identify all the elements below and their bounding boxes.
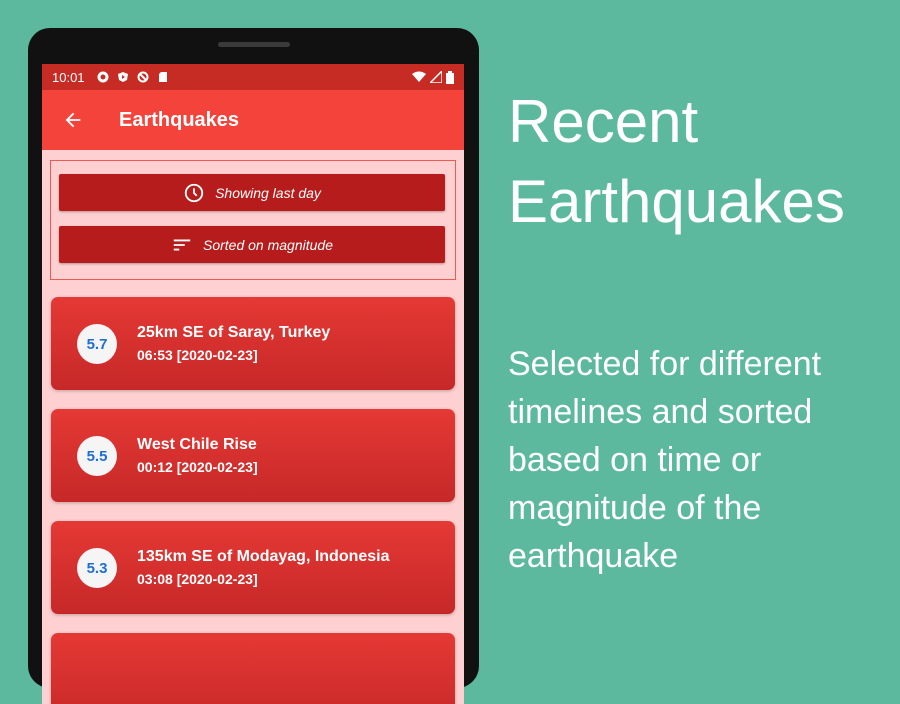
- settings-icon: [97, 71, 109, 83]
- battery-icon: [446, 70, 454, 84]
- app-bar: Earthquakes: [42, 90, 464, 150]
- clock-icon: [184, 183, 204, 202]
- magnitude-badge: 5.7: [77, 324, 117, 364]
- quake-time: 03:08 [2020-02-23]: [137, 571, 258, 587]
- status-icons-right: [412, 70, 454, 84]
- back-arrow-icon[interactable]: [62, 109, 84, 131]
- status-time: 10:01: [52, 69, 85, 85]
- quake-card[interactable]: 5.7 25km SE of Saray, Turkey 06:53 [2020…: [51, 297, 455, 390]
- app-screen: 10:01 Earthquakes Showing last day Sorte…: [42, 64, 464, 704]
- quake-place: West Chile Rise: [137, 436, 257, 453]
- quake-place: 25km SE of Saray, Turkey: [137, 324, 331, 341]
- quake-time: 06:53 [2020-02-23]: [137, 347, 258, 363]
- filter-panel: Showing last day Sorted on magnitude: [50, 160, 456, 280]
- quake-card[interactable]: 5.5 West Chile Rise 00:12 [2020-02-23]: [51, 409, 455, 502]
- magnitude-badge: 5.3: [77, 548, 117, 588]
- page-title: Earthquakes: [119, 108, 240, 131]
- sort-label: Sorted on magnitude: [203, 236, 333, 253]
- quake-time: 00:12 [2020-02-23]: [137, 459, 258, 475]
- quake-place: 135km SE of Modayag, Indonesia: [137, 548, 390, 565]
- quake-card-partial[interactable]: [51, 633, 455, 704]
- phone-frame: 10:01 Earthquakes Showing last day Sorte…: [28, 28, 479, 704]
- time-filter-button[interactable]: Showing last day: [59, 174, 445, 211]
- status-icons-left: [97, 71, 169, 83]
- wifi-icon: [412, 71, 426, 82]
- signal-icon: [430, 71, 442, 83]
- block-icon: [137, 71, 149, 83]
- shield-icon: [117, 72, 128, 82]
- status-bar: 10:01: [42, 64, 464, 90]
- quake-card[interactable]: 5.3 135km SE of Modayag, Indonesia 03:08…: [51, 521, 455, 614]
- caption-title: Recent Earthquakes: [508, 88, 845, 235]
- time-filter-label: Showing last day: [215, 184, 321, 201]
- sort-icon: [173, 239, 191, 250]
- magnitude-badge: 5.5: [77, 436, 117, 476]
- sort-button[interactable]: Sorted on magnitude: [59, 226, 445, 263]
- phone-speaker: [218, 42, 290, 47]
- sd-card-icon: [158, 72, 167, 82]
- caption-description: Selected for different timelines and sor…: [508, 345, 822, 575]
